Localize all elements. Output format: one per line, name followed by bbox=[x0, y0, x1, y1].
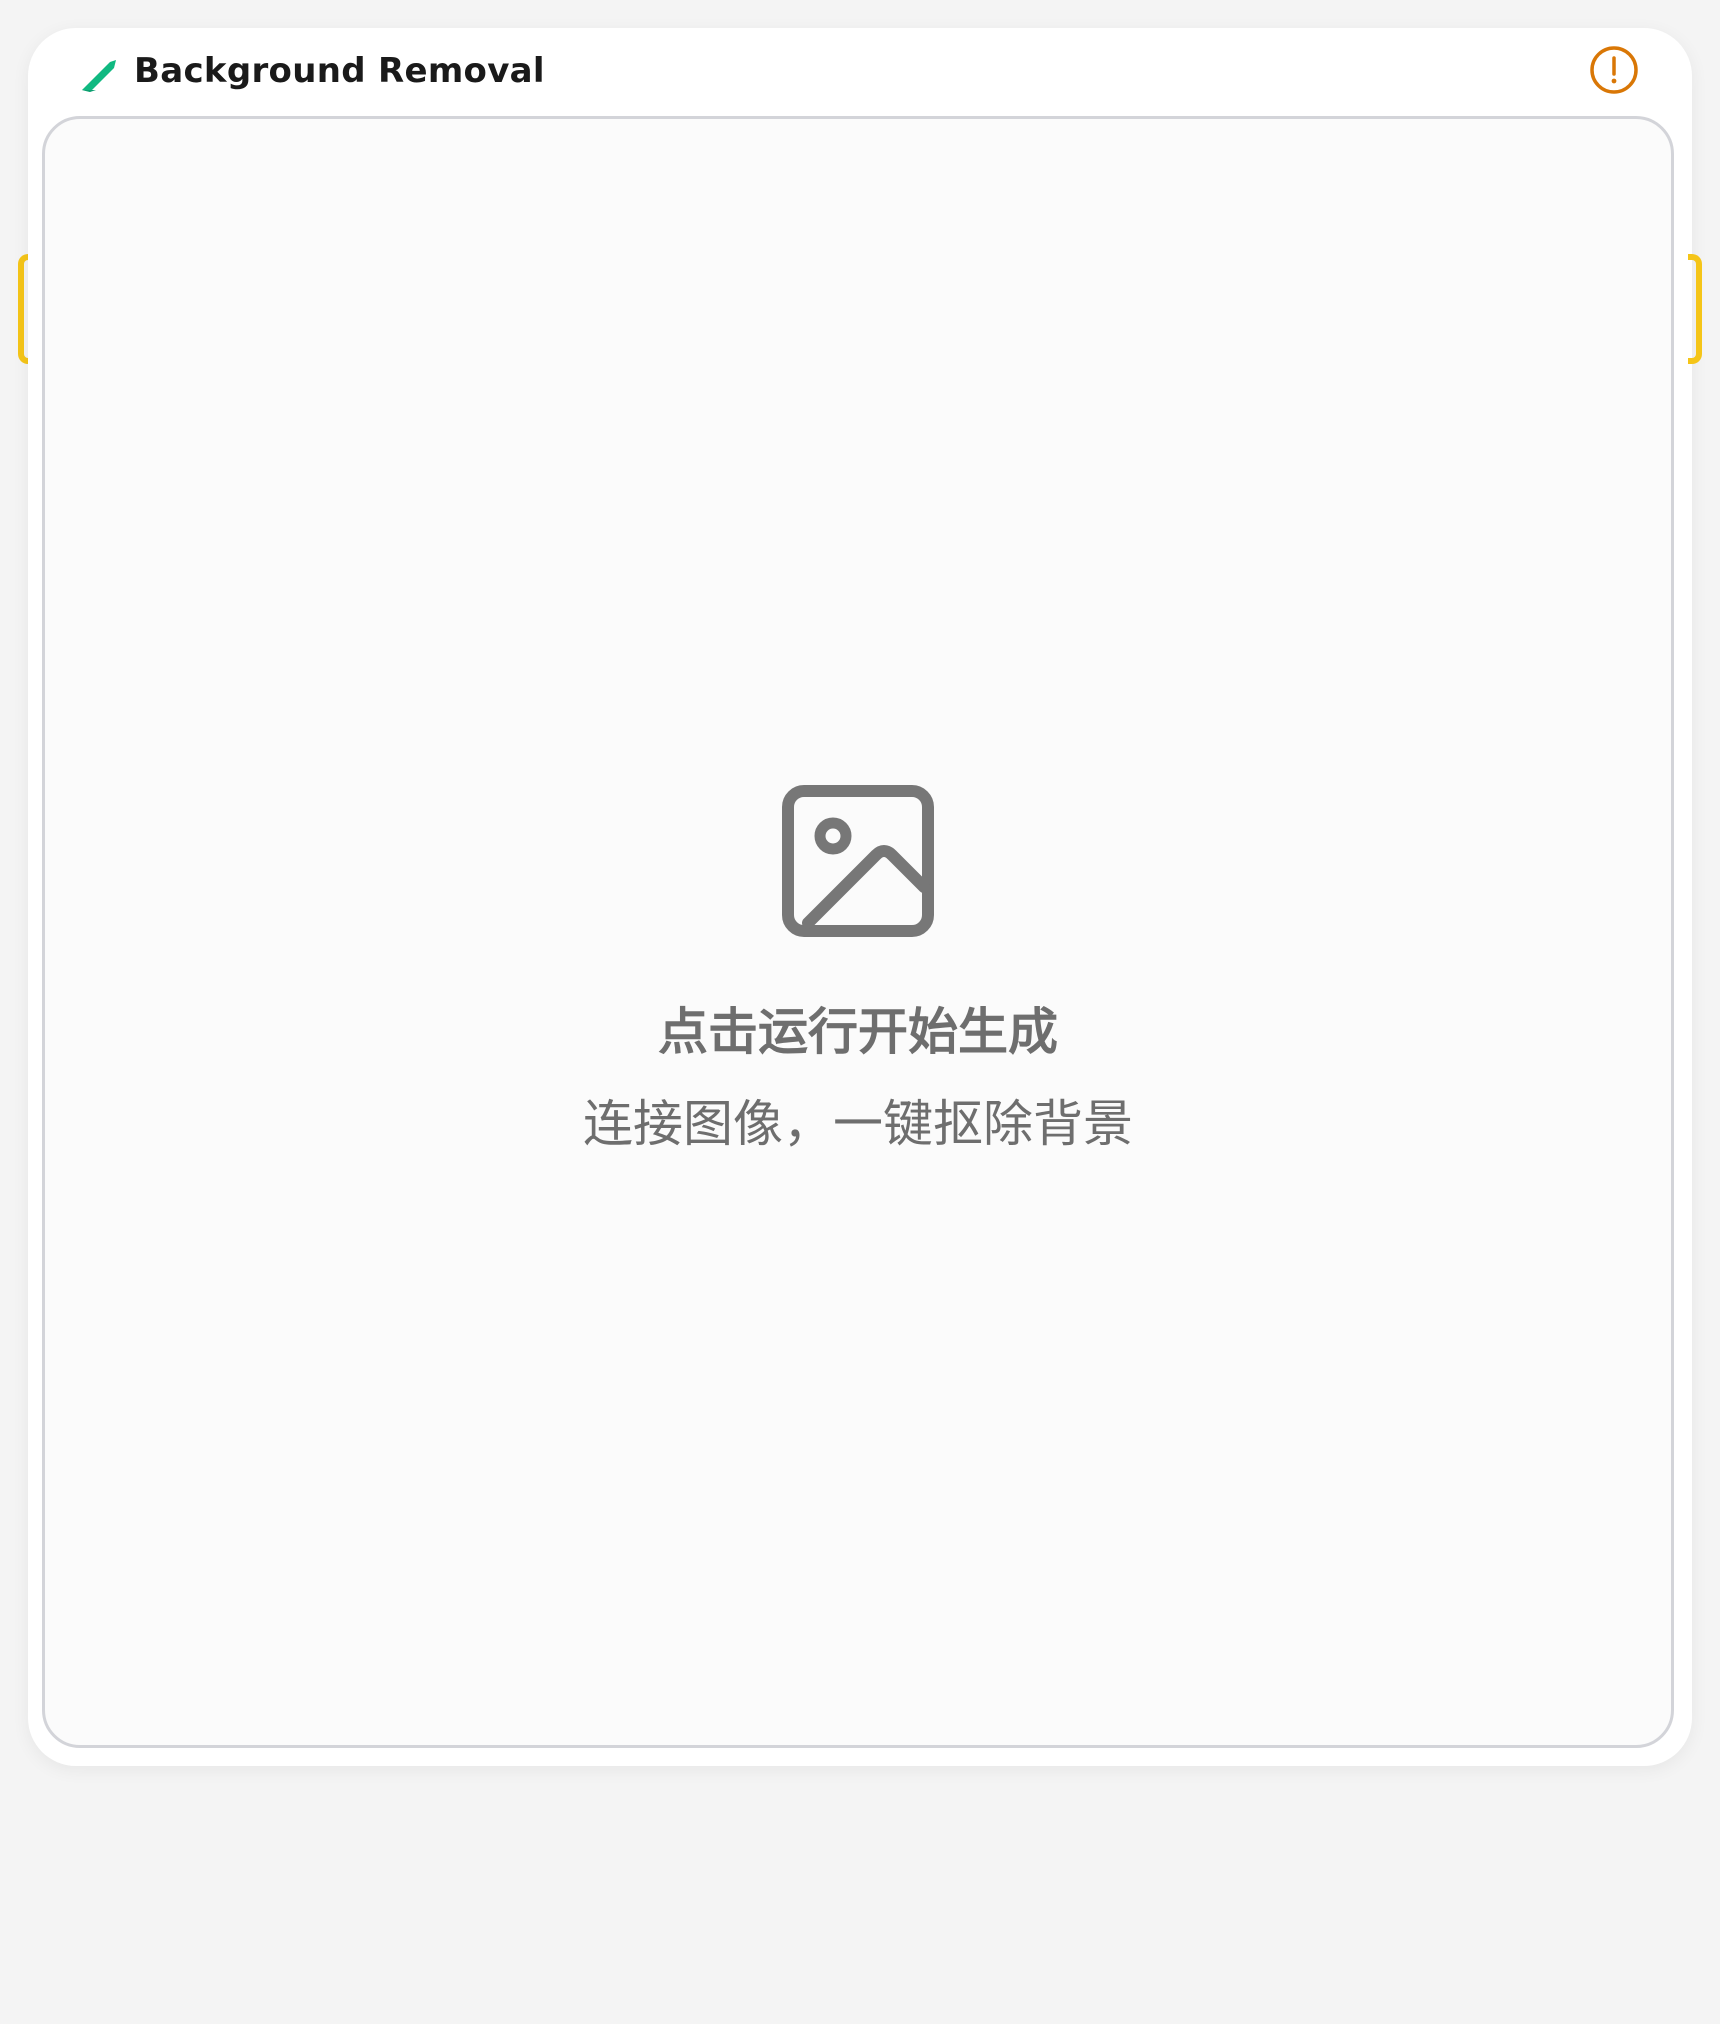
image-preview-area[interactable]: 点击运行开始生成 连接图像，一键抠除背景 bbox=[42, 116, 1674, 1748]
empty-state: 点击运行开始生成 连接图像，一键抠除背景 bbox=[45, 783, 1671, 1159]
image-icon bbox=[782, 785, 934, 937]
node-title: Background Removal bbox=[134, 51, 545, 91]
node-header: Background Removal bbox=[28, 28, 1692, 116]
empty-state-message: 点击运行开始生成 bbox=[658, 1003, 1058, 1061]
leaf-icon bbox=[82, 60, 116, 92]
empty-state-hint: 连接图像，一键抠除背景 bbox=[583, 1095, 1133, 1153]
exclamation-circle-icon[interactable] bbox=[1588, 44, 1640, 96]
background-removal-node[interactable]: Background Removal 点击运行开始生成 连接图像，一键抠除背景 bbox=[28, 28, 1692, 1766]
output-connector-handle[interactable] bbox=[1688, 254, 1702, 364]
